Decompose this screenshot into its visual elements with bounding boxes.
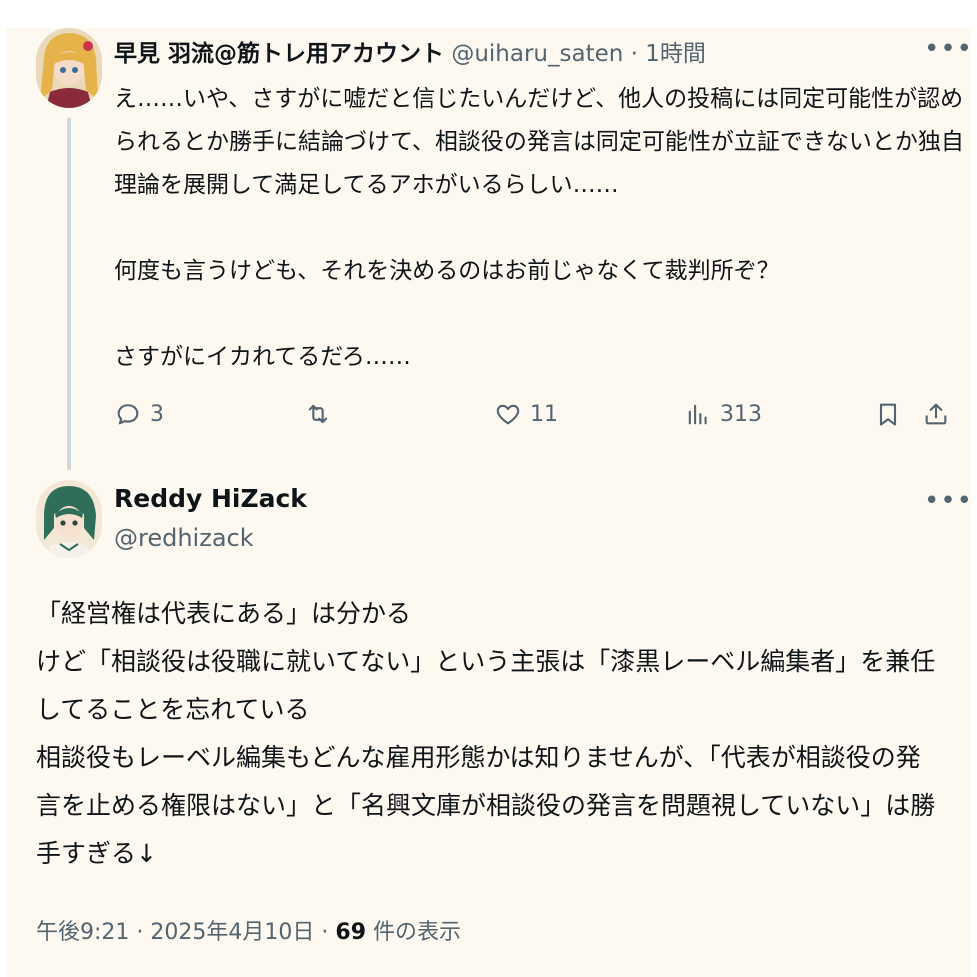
share-button[interactable]: [922, 394, 950, 434]
post-date[interactable]: 2025年4月10日: [150, 920, 314, 945]
text-line: けど「相談役は役職に就いてない」という主張は「漆黒レーベル編集者」を兼任: [36, 647, 936, 676]
text-line: 「経営権は代表にある」は分かる: [36, 599, 412, 628]
text-line: 言を止める権限はない」と「名興文庫が相談役の発言を問題視していない」は勝: [36, 791, 936, 820]
reply-tweet-header: 早見 羽流@筋トレ用アカウント @uiharu_saten · 1時間: [114, 34, 706, 68]
main-display-name[interactable]: Reddy HiZack: [114, 484, 307, 513]
post-time[interactable]: 午後9:21: [36, 920, 129, 945]
reply-button[interactable]: 3: [114, 394, 164, 434]
reply-timestamp[interactable]: 1時間: [645, 41, 706, 67]
footer-separator: ·: [321, 920, 329, 945]
views-label: 件の表示: [373, 920, 462, 945]
tweet-page: 早見 羽流@筋トレ用アカウント @uiharu_saten · 1時間 ••• …: [0, 0, 977, 977]
reply-action-bar: 3 11 313: [114, 394, 954, 434]
text-line: 理論を展開して満足してるアホがいるらしい……: [114, 172, 619, 198]
reply-handle[interactable]: @uiharu_saten: [451, 41, 623, 67]
thread-connector-line: [67, 118, 71, 470]
footer-separator: ·: [136, 920, 144, 945]
repost-button[interactable]: [304, 394, 340, 434]
bookmark-icon: [879, 403, 897, 426]
text-line: え……いや、さすがに嘘だと信じたいんだけど、他人の投稿には同定可能性が認め: [114, 86, 964, 112]
header-separator: ·: [630, 41, 638, 67]
views-icon: [688, 404, 707, 425]
repost-icon: [308, 404, 328, 424]
views-button[interactable]: 313: [684, 394, 762, 434]
top-band: [6, 0, 977, 28]
reply-count: 3: [150, 401, 164, 427]
tweet-footer: 午後9:21 · 2025年4月10日 · 69 件の表示: [36, 914, 461, 946]
like-count: 11: [530, 401, 558, 427]
share-icon: [925, 403, 947, 425]
text-line: 手すぎる↓: [36, 839, 157, 868]
reply-display-name[interactable]: 早見 羽流@筋トレ用アカウント: [114, 41, 444, 67]
like-button[interactable]: 11: [494, 394, 558, 434]
text-line: してることを忘れている: [36, 695, 310, 724]
avatar-redhizack[interactable]: [36, 480, 102, 558]
text-line: られるとか勝手に結論づけて、相談役の発言は同定可能性が立証できないとか独自: [114, 129, 964, 155]
main-handle[interactable]: @redhizack: [114, 524, 254, 552]
avatar-uiharu[interactable]: [36, 28, 102, 108]
reply-tweet-text: え……いや、さすがに嘘だと信じたいんだけど、他人の投稿には同定可能性が認め られ…: [114, 78, 964, 379]
reply-icon: [117, 404, 139, 425]
views-count: 313: [720, 401, 762, 427]
bookmark-button[interactable]: [874, 394, 902, 434]
more-icon[interactable]: •••: [924, 488, 973, 514]
text-line: 何度も言うけども、それを決めるのはお前じゃなくて裁判所ぞ？: [114, 258, 780, 284]
like-icon: [496, 404, 520, 425]
views-number: 69: [335, 920, 367, 945]
main-tweet-text: 「経営権は代表にある」は分かる けど「相談役は役職に就いてない」という主張は「漆…: [36, 590, 961, 878]
more-icon[interactable]: •••: [924, 36, 973, 62]
text-line: さすがにイカれてるだろ……: [114, 344, 411, 370]
text-line: 相談役もレーベル編集もどんな雇用形態かは知りませんが、「代表が相談役の発: [36, 743, 921, 772]
